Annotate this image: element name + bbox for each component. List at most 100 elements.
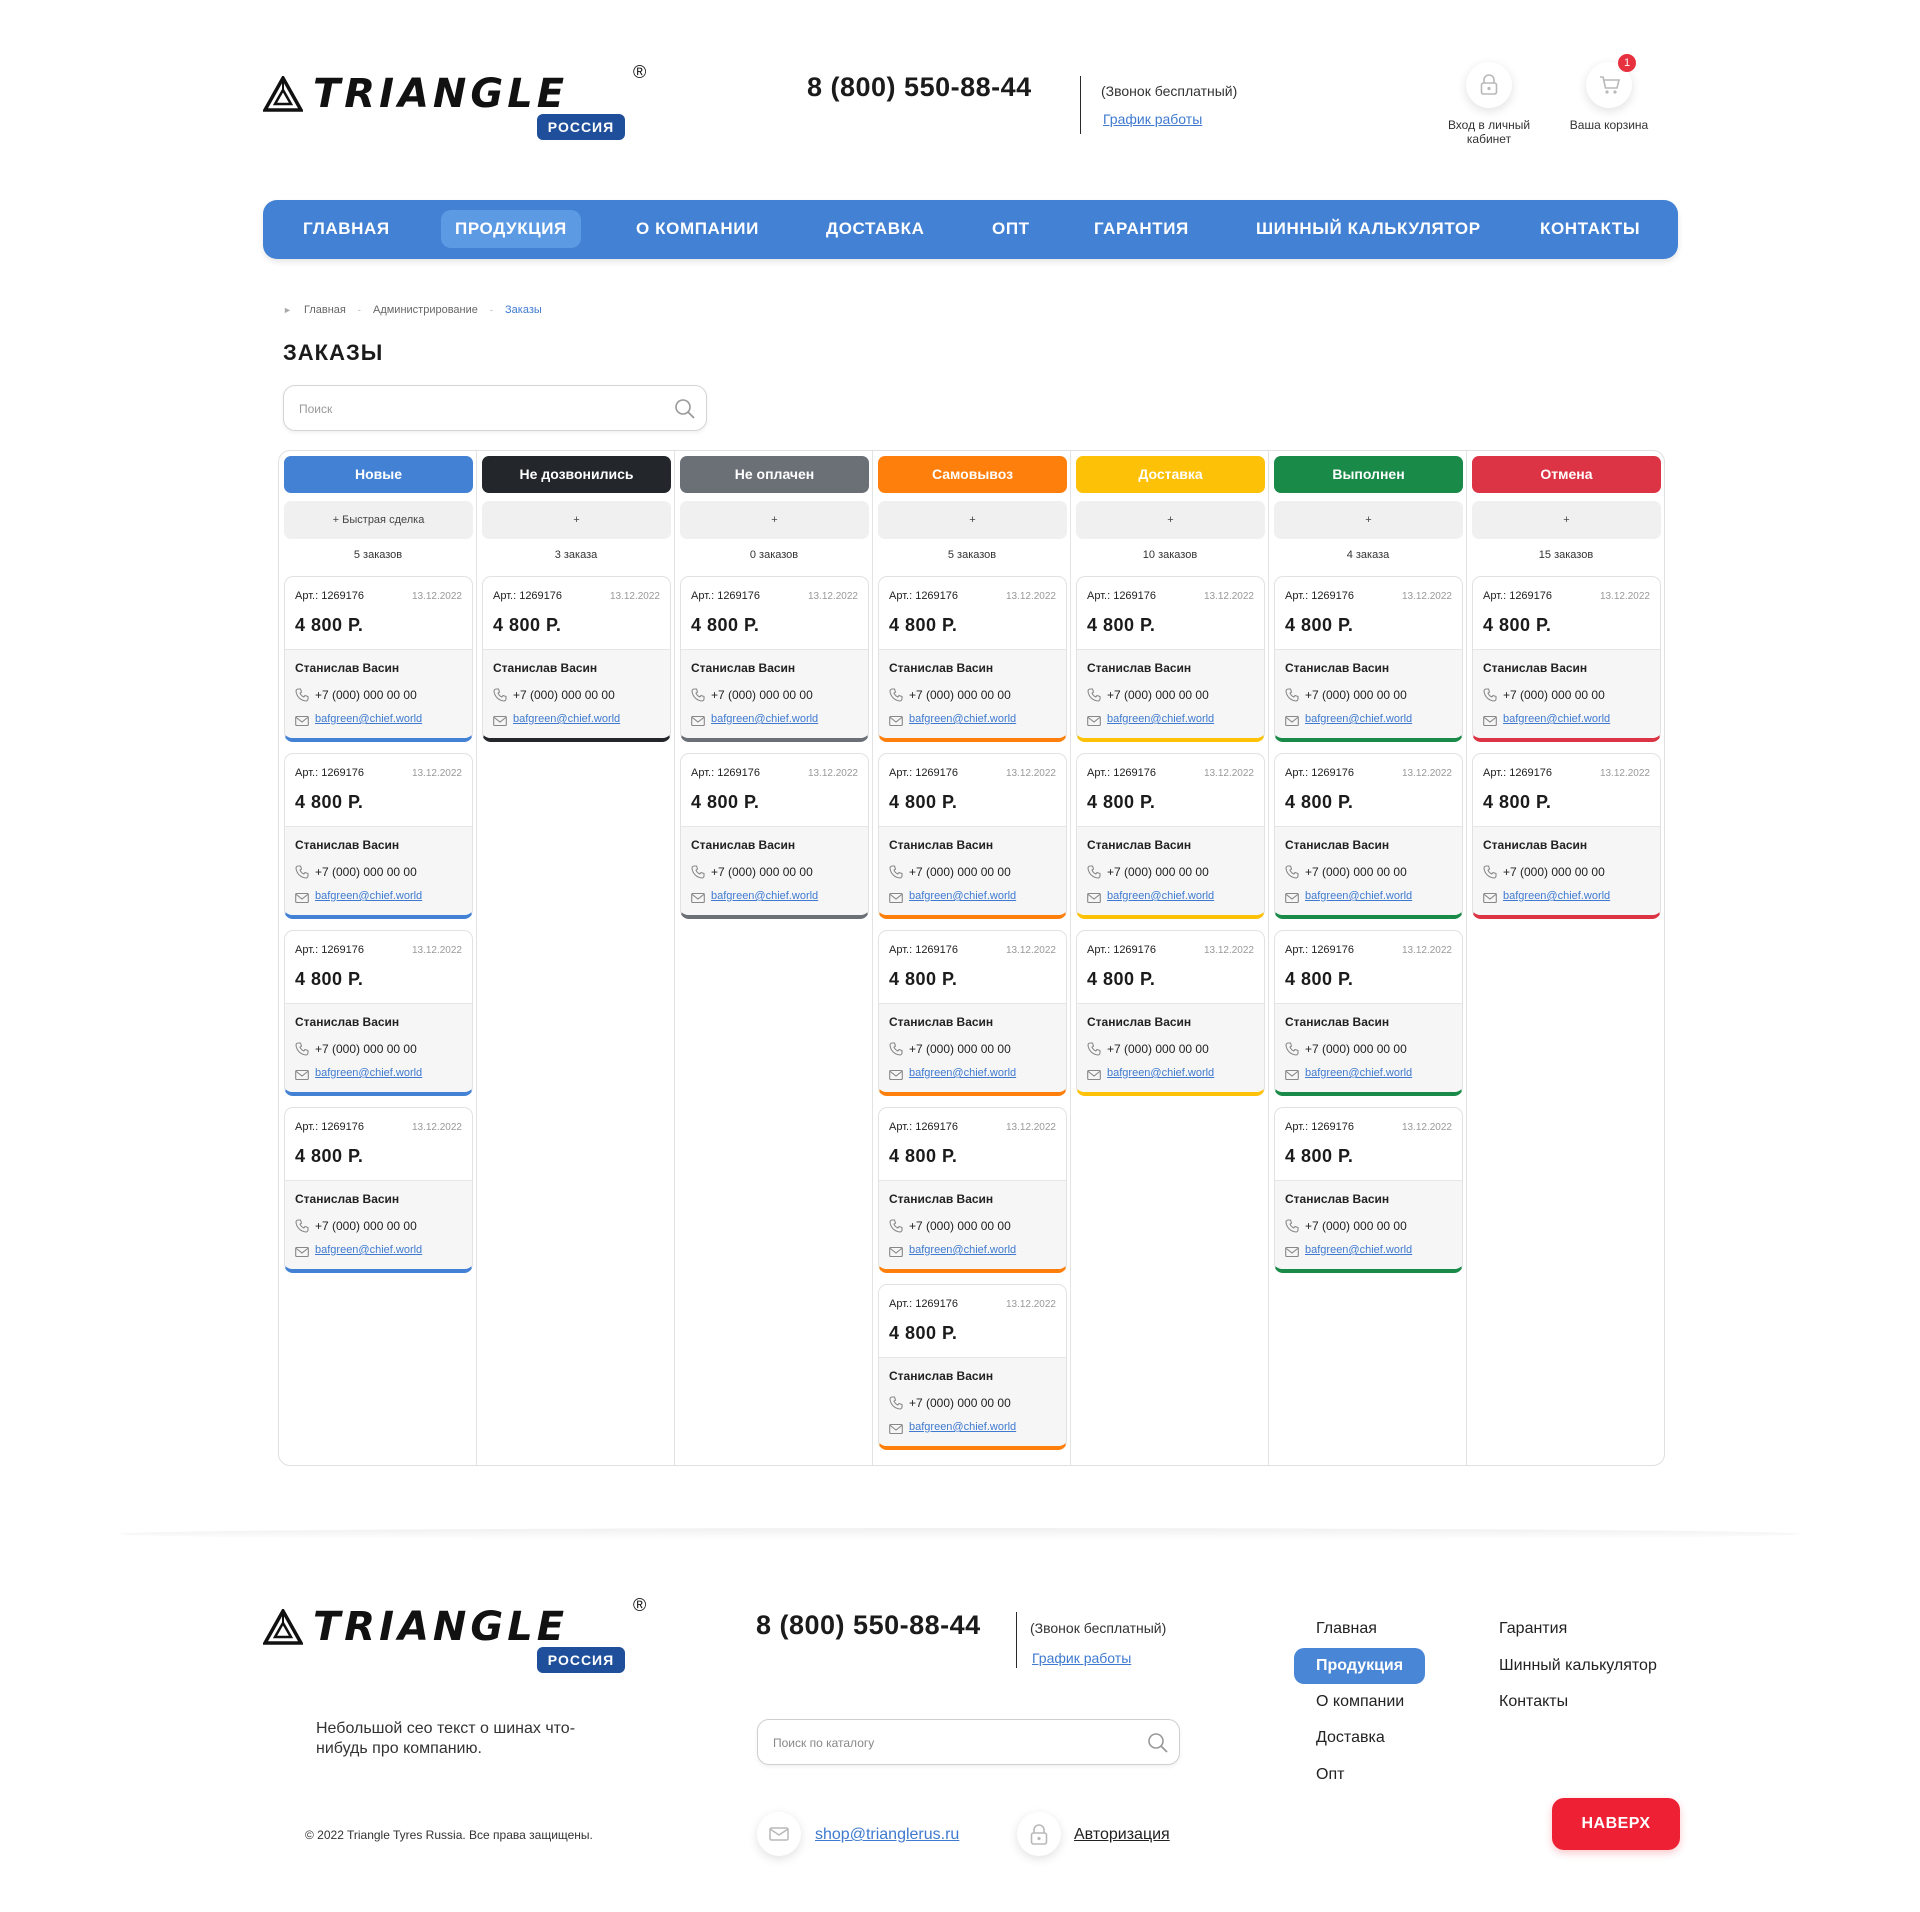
- search-input[interactable]: [299, 398, 659, 420]
- customer-email[interactable]: bafgreen@chief.world: [909, 1067, 1016, 1079]
- footer-nav-contacts[interactable]: Контакты: [1477, 1684, 1590, 1720]
- customer-phone[interactable]: +7 (000) 000 00 00: [1503, 688, 1605, 702]
- footer-nav-delivery[interactable]: Доставка: [1294, 1720, 1407, 1756]
- nav-item-contacts[interactable]: КОНТАКТЫ: [1526, 210, 1654, 248]
- column-header[interactable]: Самовывоз: [878, 456, 1067, 493]
- customer-phone[interactable]: +7 (000) 000 00 00: [315, 1042, 417, 1056]
- footer-nav-wholesale[interactable]: Опт: [1294, 1757, 1366, 1793]
- add-deal-button[interactable]: +: [878, 501, 1067, 539]
- footer-auth-link[interactable]: Авторизация: [1074, 1826, 1170, 1844]
- search-icon[interactable]: [1147, 1732, 1169, 1754]
- order-card[interactable]: Арт.: 1269176 13.12.2022 4 800 Р. Станислав…: [284, 1107, 473, 1273]
- customer-phone[interactable]: +7 (000) 000 00 00: [711, 688, 813, 702]
- customer-phone[interactable]: +7 (000) 000 00 00: [1503, 865, 1605, 879]
- customer-phone[interactable]: +7 (000) 000 00 00: [315, 865, 417, 879]
- customer-phone[interactable]: +7 (000) 000 00 00: [1107, 865, 1209, 879]
- order-card[interactable]: Арт.: 1269176 13.12.2022 4 800 Р. Станислав…: [1472, 576, 1661, 742]
- order-card[interactable]: Арт.: 1269176 13.12.2022 4 800 Р. Станислав…: [878, 576, 1067, 742]
- customer-email[interactable]: bafgreen@chief.world: [1107, 713, 1214, 725]
- customer-email[interactable]: bafgreen@chief.world: [909, 890, 1016, 902]
- customer-phone[interactable]: +7 (000) 000 00 00: [909, 1219, 1011, 1233]
- scroll-up-button[interactable]: НАВЕРХ: [1552, 1798, 1680, 1850]
- order-card[interactable]: Арт.: 1269176 13.12.2022 4 800 Р. Станислав…: [284, 930, 473, 1096]
- order-card[interactable]: Арт.: 1269176 13.12.2022 4 800 Р. Станислав…: [1274, 1107, 1463, 1273]
- customer-email[interactable]: bafgreen@chief.world: [1305, 1067, 1412, 1079]
- customer-email[interactable]: bafgreen@chief.world: [1305, 1244, 1412, 1256]
- customer-email[interactable]: bafgreen@chief.world: [1107, 890, 1214, 902]
- search-icon[interactable]: [674, 398, 696, 420]
- customer-phone[interactable]: +7 (000) 000 00 00: [315, 688, 417, 702]
- breadcrumb-admin[interactable]: Администрирование: [373, 304, 478, 316]
- order-card[interactable]: Арт.: 1269176 13.12.2022 4 800 Р. Станислав…: [1076, 753, 1265, 919]
- order-card[interactable]: Арт.: 1269176 13.12.2022 4 800 Р. Станислав…: [1274, 930, 1463, 1096]
- customer-email[interactable]: bafgreen@chief.world: [315, 713, 422, 725]
- add-deal-button[interactable]: +: [1076, 501, 1265, 539]
- customer-phone[interactable]: +7 (000) 000 00 00: [909, 865, 1011, 879]
- brand-logo[interactable]: TRIANGLE ® РОССИЯ: [263, 62, 663, 148]
- customer-phone[interactable]: +7 (000) 000 00 00: [1305, 1219, 1407, 1233]
- order-card[interactable]: Арт.: 1269176 13.12.2022 4 800 Р. Станислав…: [1076, 576, 1265, 742]
- footer-nav-warranty[interactable]: Гарантия: [1477, 1611, 1589, 1647]
- add-deal-button[interactable]: +: [482, 501, 671, 539]
- order-card[interactable]: Арт.: 1269176 13.12.2022 4 800 Р. Станислав…: [284, 753, 473, 919]
- cart-button[interactable]: 1 Ваша корзина: [1554, 54, 1664, 132]
- customer-email[interactable]: bafgreen@chief.world: [909, 713, 1016, 725]
- column-header[interactable]: Не оплачен: [680, 456, 869, 493]
- customer-phone[interactable]: +7 (000) 000 00 00: [909, 688, 1011, 702]
- order-card[interactable]: Арт.: 1269176 13.12.2022 4 800 Р. Станислав…: [680, 753, 869, 919]
- customer-email[interactable]: bafgreen@chief.world: [909, 1421, 1016, 1433]
- footer-nav-tire-calculator[interactable]: Шинный калькулятор: [1477, 1648, 1679, 1684]
- customer-phone[interactable]: +7 (000) 000 00 00: [315, 1219, 417, 1233]
- nav-item-wholesale[interactable]: ОПТ: [978, 210, 1044, 248]
- column-header[interactable]: Не дозвонились: [482, 456, 671, 493]
- add-deal-button[interactable]: +: [680, 501, 869, 539]
- customer-email[interactable]: bafgreen@chief.world: [1305, 713, 1412, 725]
- column-header[interactable]: Новые: [284, 456, 473, 493]
- customer-email[interactable]: bafgreen@chief.world: [1305, 890, 1412, 902]
- column-header[interactable]: Доставка: [1076, 456, 1265, 493]
- customer-phone[interactable]: +7 (000) 000 00 00: [1305, 1042, 1407, 1056]
- customer-email[interactable]: bafgreen@chief.world: [315, 1067, 422, 1079]
- customer-phone[interactable]: +7 (000) 000 00 00: [711, 865, 813, 879]
- order-card[interactable]: Арт.: 1269176 13.12.2022 4 800 Р. Станислав…: [878, 1284, 1067, 1450]
- order-card[interactable]: Арт.: 1269176 13.12.2022 4 800 Р. Станислав…: [284, 576, 473, 742]
- customer-phone[interactable]: +7 (000) 000 00 00: [1305, 865, 1407, 879]
- customer-email[interactable]: bafgreen@chief.world: [513, 713, 620, 725]
- breadcrumb-home[interactable]: Главная: [304, 304, 346, 316]
- order-card[interactable]: Арт.: 1269176 13.12.2022 4 800 Р. Станислав…: [1274, 753, 1463, 919]
- footer-schedule-link[interactable]: График работы: [1032, 1650, 1131, 1666]
- nav-item-delivery[interactable]: ДОСТАВКА: [812, 210, 939, 248]
- header-phone[interactable]: 8 (800) 550-88-44: [807, 72, 1032, 103]
- order-card[interactable]: Арт.: 1269176 13.12.2022 4 800 Р. Станислав…: [878, 930, 1067, 1096]
- footer-email-link[interactable]: shop@trianglerus.ru: [815, 1826, 959, 1844]
- nav-item-products[interactable]: ПРОДУКЦИЯ: [441, 210, 581, 248]
- customer-phone[interactable]: +7 (000) 000 00 00: [513, 688, 615, 702]
- nav-item-home[interactable]: ГЛАВНАЯ: [289, 210, 404, 248]
- customer-phone[interactable]: +7 (000) 000 00 00: [1305, 688, 1407, 702]
- footer-phone[interactable]: 8 (800) 550-88-44: [756, 1610, 981, 1641]
- customer-email[interactable]: bafgreen@chief.world: [711, 713, 818, 725]
- order-card[interactable]: Арт.: 1269176 13.12.2022 4 800 Р. Станислав…: [680, 576, 869, 742]
- nav-item-warranty[interactable]: ГАРАНТИЯ: [1080, 210, 1203, 248]
- add-deal-button[interactable]: +: [1274, 501, 1463, 539]
- footer-brand-logo[interactable]: TRIANGLE ® РОССИЯ: [263, 1595, 663, 1681]
- customer-phone[interactable]: +7 (000) 000 00 00: [1107, 1042, 1209, 1056]
- add-deal-button[interactable]: +: [1472, 501, 1661, 539]
- footer-nav-home[interactable]: Главная: [1294, 1611, 1399, 1647]
- customer-email[interactable]: bafgreen@chief.world: [315, 1244, 422, 1256]
- customer-email[interactable]: bafgreen@chief.world: [909, 1244, 1016, 1256]
- column-header[interactable]: Выполнен: [1274, 456, 1463, 493]
- customer-email[interactable]: bafgreen@chief.world: [1107, 1067, 1214, 1079]
- customer-email[interactable]: bafgreen@chief.world: [1503, 713, 1610, 725]
- order-card[interactable]: Арт.: 1269176 13.12.2022 4 800 Р. Станислав…: [482, 576, 671, 742]
- nav-item-tire-calculator[interactable]: ШИННЫЙ КАЛЬКУЛЯТОР: [1242, 210, 1495, 248]
- customer-email[interactable]: bafgreen@chief.world: [1503, 890, 1610, 902]
- customer-phone[interactable]: +7 (000) 000 00 00: [909, 1042, 1011, 1056]
- catalog-search-input[interactable]: [773, 1732, 1133, 1754]
- login-button[interactable]: Вход в личный кабинет: [1434, 62, 1544, 146]
- customer-phone[interactable]: +7 (000) 000 00 00: [1107, 688, 1209, 702]
- customer-phone[interactable]: +7 (000) 000 00 00: [909, 1396, 1011, 1410]
- order-card[interactable]: Арт.: 1269176 13.12.2022 4 800 Р. Станислав…: [1076, 930, 1265, 1096]
- order-card[interactable]: Арт.: 1269176 13.12.2022 4 800 Р. Станислав…: [1472, 753, 1661, 919]
- order-card[interactable]: Арт.: 1269176 13.12.2022 4 800 Р. Станислав…: [1274, 576, 1463, 742]
